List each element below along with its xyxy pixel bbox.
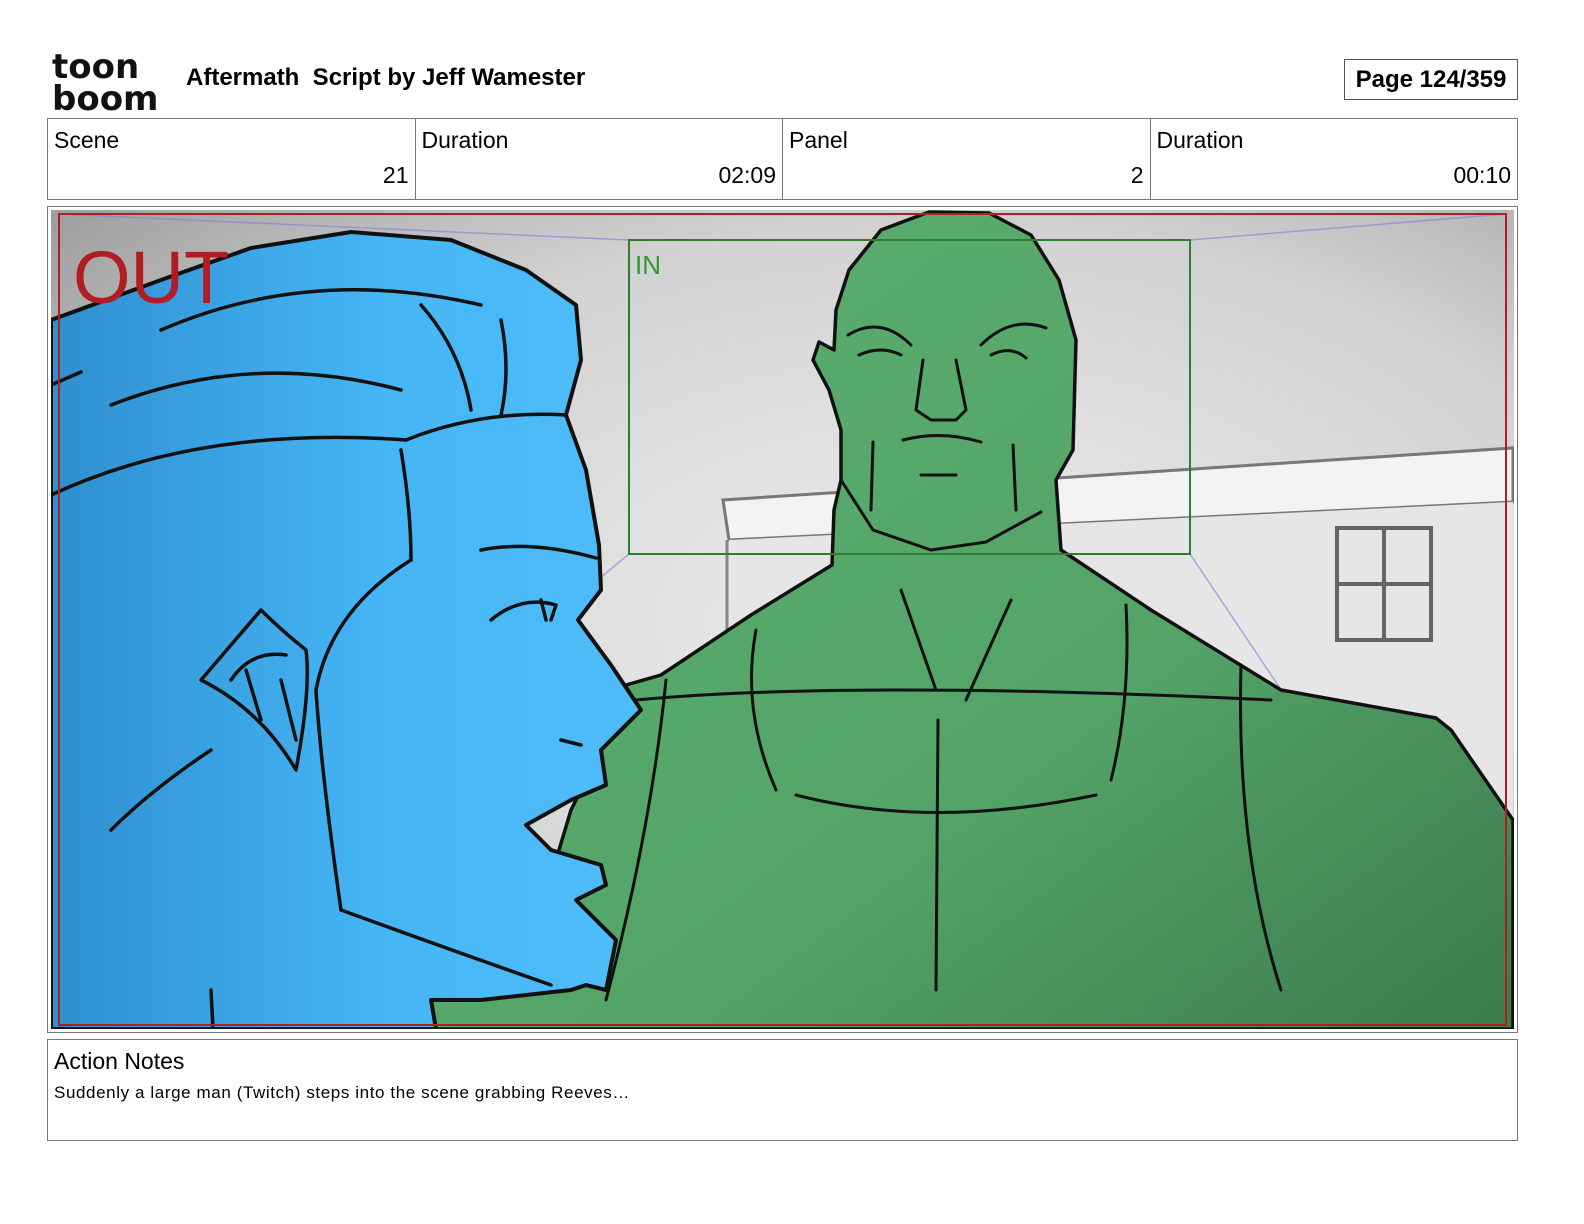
panel-cell: Panel 2	[783, 119, 1151, 199]
panel-number: 2	[1130, 162, 1144, 188]
action-notes-text: Suddenly a large man (Twitch) steps into…	[54, 1083, 630, 1102]
svg-text:boom: boom	[52, 79, 158, 112]
panel-duration-cell: Duration 00:10	[1151, 119, 1518, 199]
scene-number: 21	[382, 162, 409, 188]
storyboard-panel-image: IN OUT	[51, 210, 1514, 1029]
action-notes-title: Action Notes	[54, 1048, 185, 1074]
scene-info-table: Scene 21 Duration 02:09 Panel 2 Duration…	[47, 118, 1518, 200]
scene-cell: Scene 21	[48, 119, 416, 199]
foreground-character	[51, 230, 643, 1029]
page-indicator: Page 124/359	[1344, 59, 1518, 100]
scene-duration-value: 02:09	[718, 162, 776, 188]
action-notes-box: Action Notes Suddenly a large man (Twitc…	[47, 1039, 1518, 1141]
scene-duration-label: Duration	[421, 127, 509, 153]
out-frame-label: OUT	[73, 236, 229, 319]
scene-label: Scene	[54, 127, 120, 153]
panel-duration-label: Duration	[1156, 127, 1244, 153]
in-frame-label: IN	[635, 250, 661, 280]
panel-duration-value: 00:10	[1453, 162, 1511, 188]
scene-duration-cell: Duration 02:09	[416, 119, 783, 199]
panel-label: Panel	[789, 127, 848, 153]
toon-boom-logo: toon boom	[52, 50, 158, 112]
document-title: Aftermath Script by Jeff Wamester	[186, 64, 586, 91]
